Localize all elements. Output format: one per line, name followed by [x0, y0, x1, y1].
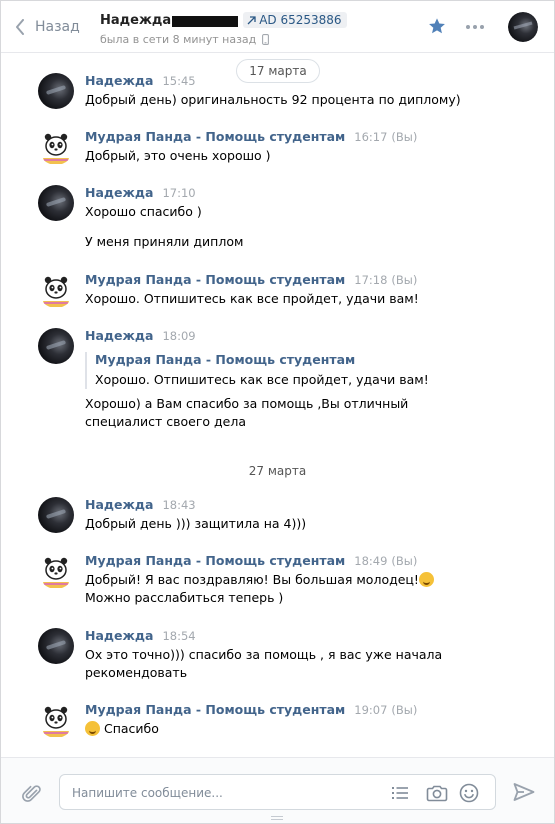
self-tag: (Вы) — [391, 130, 418, 144]
message[interactable]: Надежда 18:54 Ох это точно))) спасибо за … — [38, 628, 538, 688]
date-separator: 27 марта — [248, 464, 307, 478]
message[interactable]: Мудрая Панда - Помощь студентам 19:07 (Вы)… — [38, 702, 538, 742]
message[interactable]: Надежда 15:45 Добрый день) оригинальность… — [38, 73, 538, 113]
message-text: Ох это точно))) спасибо за помощь , я ва… — [85, 647, 443, 680]
chat-window: Назад Надежда AD 65253886 была в сети 8 … — [0, 0, 555, 824]
message[interactable]: Мудрая Панда - Помощь студентам 18:49 (Вы)… — [38, 553, 538, 613]
panda-avatar[interactable] — [38, 272, 74, 308]
message-text-part: Добрый! Я вас поздравляю! Вы большая мол… — [85, 572, 419, 587]
message-text: Хорошо спасибо ) — [85, 204, 202, 219]
send-icon[interactable] — [513, 782, 535, 802]
message-composer — [1, 757, 554, 823]
smile-emoji-icon — [418, 572, 434, 587]
peer-name[interactable]: Надежда — [100, 13, 171, 28]
back-button[interactable]: Назад — [15, 16, 80, 38]
arrow-up-right-icon — [247, 15, 256, 24]
ad-label: AD 65253886 — [259, 13, 342, 27]
message-author[interactable]: Мудрая Панда - Помощь студентам — [85, 272, 345, 287]
message-time: 17:18 — [354, 273, 388, 287]
message-text: Хорошо) а Вам спасибо за помощь ,Вы отли… — [85, 396, 409, 429]
panda-avatar[interactable] — [38, 129, 74, 165]
back-label: Назад — [35, 19, 80, 35]
mobile-phone-icon — [262, 34, 270, 45]
online-status: была в сети 8 минут назад — [100, 33, 257, 46]
message[interactable]: Мудрая Панда - Помощь студентам 17:18 (Вы)… — [38, 272, 538, 312]
message-author[interactable]: Надежда — [85, 497, 153, 512]
message-time: 18:49 — [354, 554, 388, 568]
message-author[interactable]: Надежда — [85, 628, 153, 643]
smile-icon[interactable] — [459, 783, 479, 803]
peer-avatar[interactable] — [508, 12, 538, 42]
message-text-part: Можно расслабиться теперь ) — [85, 590, 284, 605]
forwarded-text: Хорошо. Отпишитесь как все пройдет, удач… — [95, 372, 429, 387]
list-icon[interactable] — [390, 783, 410, 803]
message-time: 18:43 — [162, 498, 196, 512]
message-input-box[interactable] — [59, 774, 496, 810]
self-tag: (Вы) — [391, 703, 418, 717]
self-tag: (Вы) — [391, 554, 418, 568]
chat-header: Назад Надежда AD 65253886 была в сети 8 … — [1, 1, 554, 53]
message-author[interactable]: Надежда — [85, 185, 153, 200]
dark-avatar[interactable] — [38, 185, 74, 221]
message-author[interactable]: Мудрая Панда - Помощь студентам — [85, 129, 345, 144]
self-tag: (Вы) — [391, 273, 418, 287]
message[interactable]: Надежда 17:10 Хорошо спасибо ) У меня при… — [38, 185, 538, 251]
camera-icon[interactable] — [426, 783, 448, 803]
message[interactable]: Мудрая Панда - Помощь студентам 16:17 (Вы)… — [38, 129, 538, 169]
message-time: 16:17 — [354, 130, 388, 144]
message-time: 18:09 — [162, 329, 196, 343]
message-text: Хорошо. Отпишитесь как все пройдет, удач… — [85, 291, 419, 306]
dark-avatar[interactable] — [38, 628, 74, 664]
message-input[interactable] — [72, 784, 372, 802]
ad-badge[interactable]: AD 65253886 — [243, 12, 347, 28]
panda-avatar[interactable] — [38, 702, 74, 738]
message-author[interactable]: Мудрая Панда - Помощь студентам — [85, 702, 345, 717]
message-text-part: Спасибо — [103, 721, 159, 736]
message-author[interactable]: Надежда — [85, 73, 153, 88]
resize-handle[interactable] — [271, 816, 283, 822]
message-text: Добрый день) оригинальность 92 процента … — [85, 92, 461, 107]
forwarded-author[interactable]: Мудрая Панда - Помощь студентам — [95, 352, 475, 368]
more-dots-icon[interactable] — [466, 25, 484, 29]
message-text: Добрый день ))) защитила на 4))) — [85, 516, 307, 531]
sweat-smile-emoji-icon — [85, 721, 100, 736]
message[interactable]: Надежда 18:09 Мудрая Панда - Помощь студе… — [38, 328, 538, 438]
message-time: 17:10 — [162, 186, 196, 200]
message[interactable]: Надежда 18:43 Добрый день ))) защитила на… — [38, 497, 538, 537]
message-text: Добрый, это очень хорошо ) — [85, 148, 271, 163]
message-text: Добрый! Я вас поздравляю! Вы большая мол… — [85, 571, 475, 607]
dark-avatar[interactable] — [38, 328, 74, 364]
message-time: 19:07 — [354, 703, 388, 717]
message-time: 18:54 — [162, 629, 196, 643]
forwarded-message[interactable]: Мудрая Панда - Помощь студентам Хорошо. … — [85, 352, 475, 389]
dark-avatar[interactable] — [38, 497, 74, 533]
message-text: Спасибо — [85, 720, 475, 738]
paperclip-icon[interactable] — [21, 783, 43, 805]
panda-avatar[interactable] — [38, 553, 74, 589]
redacted-surname — [172, 15, 239, 27]
chevron-left-icon — [16, 19, 24, 35]
message-author[interactable]: Надежда — [85, 328, 153, 343]
dark-avatar[interactable] — [38, 73, 74, 109]
message-time: 15:45 — [162, 74, 196, 88]
message-list[interactable]: 17 марта Надежда 15:45 Добрый день) ориги… — [1, 54, 554, 757]
peer-info[interactable]: Надежда AD 65253886 была в сети 8 минут … — [100, 11, 347, 46]
message-text: У меня приняли диплом — [85, 234, 244, 249]
message-author[interactable]: Мудрая Панда - Помощь студентам — [85, 553, 345, 568]
star-icon[interactable] — [428, 17, 446, 35]
